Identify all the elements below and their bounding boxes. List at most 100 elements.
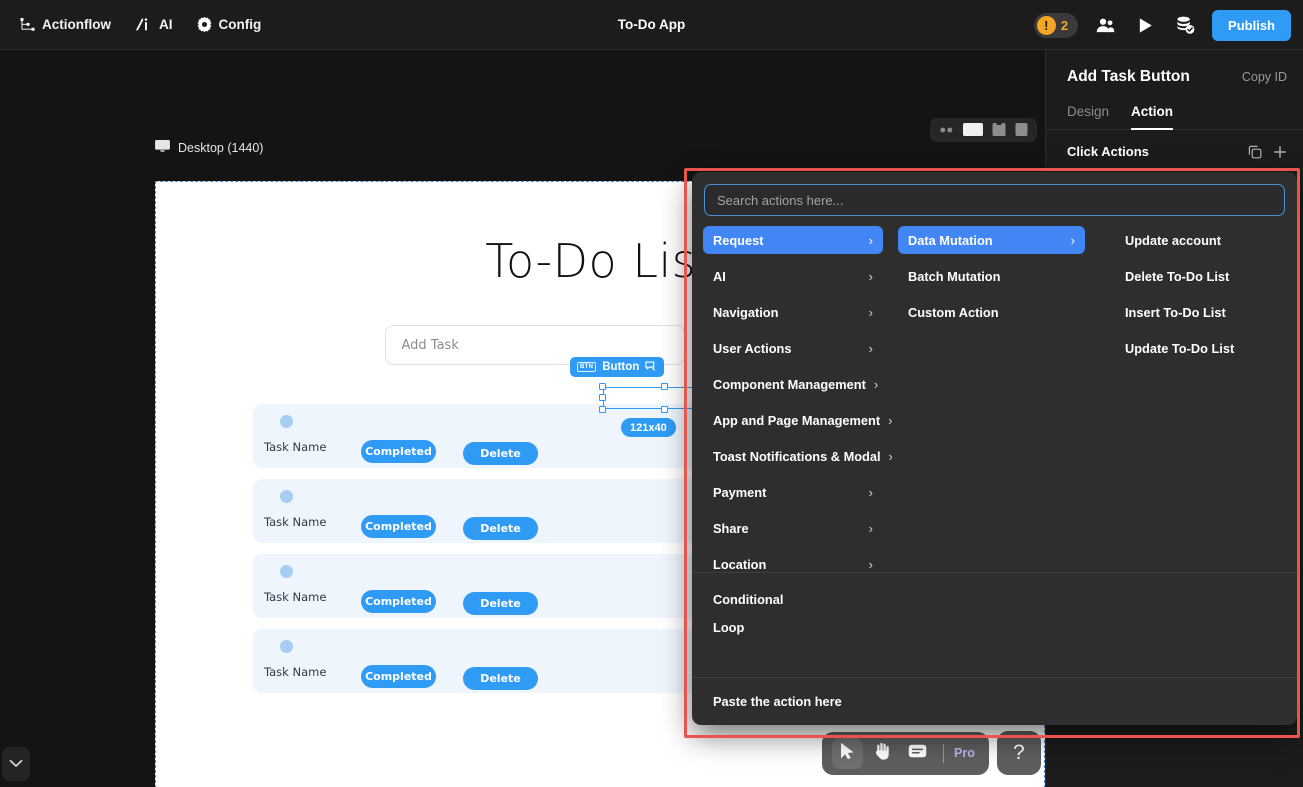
action-item-component-management[interactable]: Component Management › bbox=[703, 370, 883, 398]
mobile-icon[interactable] bbox=[1015, 123, 1028, 137]
action-item-update-account[interactable]: Update account bbox=[1115, 226, 1294, 254]
task-completed-button[interactable]: Completed bbox=[361, 440, 436, 463]
action-item-navigation[interactable]: Navigation › bbox=[703, 298, 883, 326]
action-item-label: App and Page Management bbox=[713, 412, 881, 428]
action-item-delete-to-do-list[interactable]: Delete To-Do List bbox=[1115, 262, 1294, 290]
collapse-panel-button[interactable] bbox=[2, 747, 30, 781]
publish-button[interactable]: Publish bbox=[1212, 9, 1291, 41]
task-completed-button[interactable]: Completed bbox=[361, 590, 436, 613]
app-root: Actionflow AI Config To-Do App ! 2 Publi… bbox=[0, 0, 1303, 787]
selection-badge[interactable]: BTN Button bbox=[570, 357, 665, 377]
nav-config[interactable]: Config bbox=[187, 11, 272, 38]
nav-actionflow[interactable]: Actionflow bbox=[10, 11, 121, 38]
action-item-share[interactable]: Share › bbox=[703, 514, 883, 542]
hand-tool[interactable] bbox=[867, 738, 898, 769]
chevron-right-icon: › bbox=[868, 268, 873, 284]
button-type-icon: BTN bbox=[577, 362, 597, 372]
desktop-icon[interactable] bbox=[963, 123, 983, 137]
device-breakpoint-switcher bbox=[930, 118, 1037, 142]
warnings-badge[interactable]: ! 2 bbox=[1033, 12, 1079, 38]
action-column-primary[interactable]: Request › AI › Navigation › User Actions… bbox=[692, 222, 892, 572]
action-item-payment[interactable]: Payment › bbox=[703, 478, 883, 506]
selection-size-badge: 121x40 bbox=[621, 418, 676, 437]
select-tool[interactable] bbox=[832, 737, 863, 769]
action-item-request[interactable]: Request › bbox=[703, 226, 883, 254]
action-item-label: Update To-Do List bbox=[1125, 340, 1235, 356]
task-delete-button[interactable]: Delete bbox=[463, 592, 538, 615]
task-checkbox-icon[interactable] bbox=[280, 490, 293, 503]
selection-badge-label: Button bbox=[602, 361, 640, 373]
warning-icon: ! bbox=[1036, 15, 1056, 35]
nav-ai-label: AI bbox=[159, 17, 173, 32]
comment-bubble-icon[interactable] bbox=[645, 360, 657, 375]
help-button[interactable]: ? bbox=[996, 731, 1041, 775]
task-delete-button[interactable]: Delete bbox=[463, 517, 538, 540]
action-item-ai[interactable]: AI › bbox=[703, 262, 883, 290]
action-picker-dropdown: Request › AI › Navigation › User Actions… bbox=[692, 172, 1297, 725]
action-column-secondary[interactable]: Data Mutation › Batch Mutation Custom Ac… bbox=[892, 222, 1094, 572]
nav-config-label: Config bbox=[218, 17, 262, 32]
paste-action-button[interactable]: Paste the action here bbox=[713, 694, 1297, 709]
chevron-right-icon: › bbox=[868, 304, 873, 320]
selected-element-title: Add Task Button bbox=[1067, 68, 1190, 85]
top-bar: Actionflow AI Config To-Do App ! 2 Publi… bbox=[0, 0, 1303, 50]
database-check-icon[interactable] bbox=[1172, 12, 1198, 38]
action-item-conditional[interactable]: Conditional bbox=[713, 585, 1297, 613]
more-dots-icon[interactable] bbox=[939, 126, 954, 134]
chevron-right-icon: › bbox=[868, 484, 873, 500]
action-item-label: Location bbox=[713, 556, 767, 572]
action-column-tertiary[interactable]: Update account Delete To-Do List Insert … bbox=[1094, 222, 1294, 572]
action-item-location[interactable]: Location › bbox=[703, 550, 883, 572]
collaborators-icon[interactable] bbox=[1092, 12, 1118, 38]
task-checkbox-icon[interactable] bbox=[280, 415, 293, 428]
tab-design[interactable]: Design bbox=[1067, 104, 1109, 130]
ai-icon bbox=[135, 17, 152, 32]
chevron-right-icon: › bbox=[873, 376, 879, 392]
add-action-icon[interactable] bbox=[1273, 145, 1287, 159]
action-item-update-to-do-list[interactable]: Update To-Do List bbox=[1115, 334, 1294, 362]
actionflow-icon bbox=[20, 17, 35, 32]
tool-group: Pro bbox=[822, 731, 989, 775]
action-item-toast-notifications-modal[interactable]: Toast Notifications & Modal › bbox=[703, 442, 892, 470]
action-item-app-and-page-management[interactable]: App and Page Management › bbox=[703, 406, 892, 434]
action-item-user-actions[interactable]: User Actions › bbox=[703, 334, 883, 362]
action-item-label: AI bbox=[713, 268, 726, 284]
toolbar-divider bbox=[943, 743, 944, 763]
chevron-right-icon: › bbox=[868, 340, 873, 356]
copy-icon[interactable] bbox=[1248, 145, 1262, 159]
action-item-label: Navigation bbox=[713, 304, 779, 320]
action-item-loop[interactable]: Loop bbox=[713, 613, 1297, 641]
action-item-insert-to-do-list[interactable]: Insert To-Do List bbox=[1115, 298, 1294, 326]
action-search-input[interactable] bbox=[704, 184, 1285, 216]
monitor-icon bbox=[155, 140, 170, 156]
action-item-label: User Actions bbox=[713, 340, 792, 356]
tab-action[interactable]: Action bbox=[1131, 104, 1174, 130]
task-delete-button[interactable]: Delete bbox=[463, 442, 538, 465]
action-item-label: Payment bbox=[713, 484, 767, 500]
action-item-label: Custom Action bbox=[908, 304, 999, 320]
action-item-label: Data Mutation bbox=[908, 232, 993, 248]
action-item-custom-action[interactable]: Custom Action bbox=[898, 298, 1085, 326]
action-item-label: Delete To-Do List bbox=[1125, 268, 1230, 284]
action-flow-control-group: Conditional Loop bbox=[692, 572, 1297, 651]
artboard-label[interactable]: Desktop (1440) bbox=[155, 140, 263, 156]
action-item-batch-mutation[interactable]: Batch Mutation bbox=[898, 262, 1085, 290]
comment-tool[interactable] bbox=[902, 738, 933, 769]
action-category-columns: Request › AI › Navigation › User Actions… bbox=[692, 222, 1297, 572]
action-item-data-mutation[interactable]: Data Mutation › bbox=[898, 226, 1085, 254]
tablet-icon[interactable] bbox=[992, 123, 1006, 137]
task-checkbox-icon[interactable] bbox=[280, 565, 293, 578]
action-item-label: Update account bbox=[1125, 232, 1221, 248]
task-completed-button[interactable]: Completed bbox=[361, 665, 436, 688]
nav-ai[interactable]: AI bbox=[125, 11, 183, 38]
task-name: Task Name bbox=[264, 665, 327, 679]
warning-count: 2 bbox=[1060, 17, 1069, 33]
task-delete-button[interactable]: Delete bbox=[463, 667, 538, 690]
preview-play-icon[interactable] bbox=[1132, 12, 1158, 38]
comment-icon bbox=[908, 744, 927, 763]
cursor-arrow-icon bbox=[839, 742, 856, 765]
copy-id-button[interactable]: Copy ID bbox=[1242, 70, 1287, 84]
task-completed-button[interactable]: Completed bbox=[361, 515, 436, 538]
task-checkbox-icon[interactable] bbox=[280, 640, 293, 653]
pro-badge[interactable]: Pro bbox=[954, 746, 979, 760]
